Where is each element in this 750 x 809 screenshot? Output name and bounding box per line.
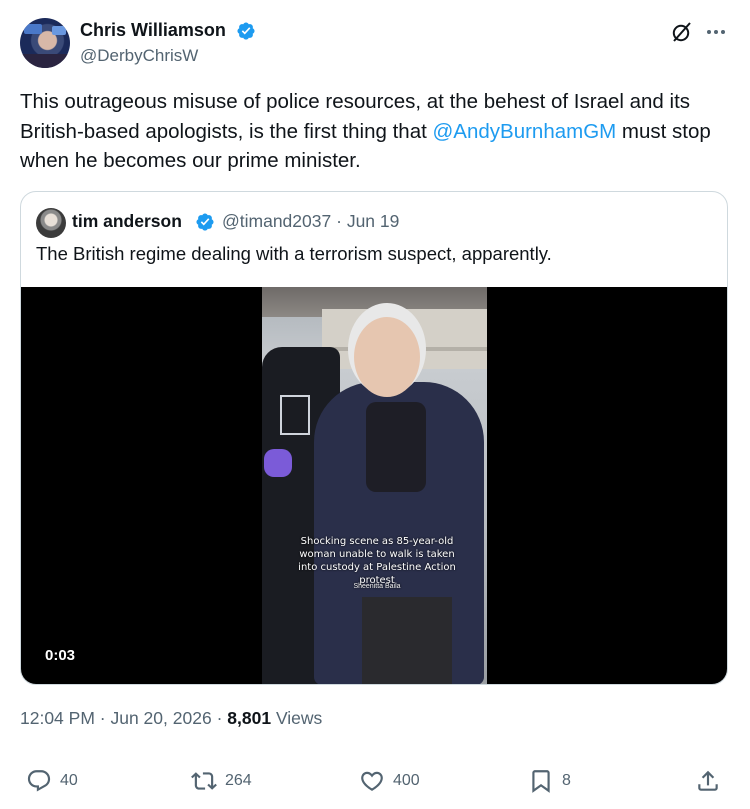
- video-credit: Sheenitta Baila: [353, 583, 401, 590]
- separator-dot: ·: [336, 211, 342, 231]
- quoted-author-avatar[interactable]: [36, 208, 66, 238]
- heart-icon: [361, 771, 383, 791]
- share-icon: [698, 770, 718, 791]
- author-avatar[interactable]: [20, 18, 70, 68]
- tweet-time[interactable]: 12:04 PM: [20, 708, 95, 728]
- quoted-date[interactable]: Jun 19: [347, 211, 400, 231]
- separator-dot: ·: [99, 708, 106, 728]
- video-legs: [362, 597, 452, 684]
- share-button[interactable]: [695, 768, 721, 794]
- like-count: 400: [393, 772, 420, 789]
- video-glove: [264, 449, 292, 477]
- video-scarf: [366, 402, 426, 492]
- tweet-text: This outrageous misuse of police resourc…: [20, 87, 720, 176]
- bookmark-icon: [532, 770, 550, 793]
- repost-count: 264: [225, 772, 252, 789]
- repost-button[interactable]: 264: [191, 768, 252, 794]
- quoted-tweet-text: The British regime dealing with a terror…: [36, 243, 552, 264]
- quoted-tweet[interactable]: tim anderson @timand2037 · Jun 19 The Br…: [20, 191, 728, 685]
- author-name[interactable]: Chris Williamson: [80, 20, 226, 41]
- video-head: [354, 317, 420, 397]
- separator-dot: ·: [216, 708, 223, 728]
- views-label: Views: [275, 708, 323, 728]
- reply-button[interactable]: 40: [26, 768, 78, 794]
- video-caption: Shocking scene as 85-year-old woman unab…: [298, 536, 456, 586]
- quoted-handle-date: @timand2037 · Jun 19: [222, 211, 399, 232]
- mention-link[interactable]: @AndyBurnhamGM: [432, 120, 616, 143]
- bookmark-button[interactable]: 8: [528, 768, 571, 794]
- tweet-meta: 12:04 PM · Jun 20, 2026 · 8,801 Views: [20, 708, 322, 729]
- avatar-desk: [20, 54, 70, 68]
- video-duration: 0:03: [37, 645, 84, 666]
- quoted-author-handle[interactable]: @timand2037: [222, 211, 331, 231]
- views-count: 8,801: [227, 708, 272, 728]
- repost-icon: [191, 772, 217, 790]
- reply-icon: [27, 770, 51, 792]
- avatar-screen: [24, 24, 42, 34]
- quoted-author-name[interactable]: tim anderson: [72, 211, 182, 232]
- verified-badge-icon: [196, 213, 214, 231]
- tweet: Chris Williamson @DerbyChrisW This outra…: [0, 0, 750, 809]
- reply-count: 40: [60, 772, 78, 789]
- video-frame: Shocking scene as 85-year-old woman unab…: [262, 287, 487, 684]
- author-handle[interactable]: @DerbyChrisW: [80, 46, 198, 66]
- more-icon[interactable]: [704, 20, 728, 44]
- tweet-date[interactable]: Jun 20, 2026: [110, 708, 211, 728]
- like-button[interactable]: 400: [359, 768, 420, 794]
- grok-icon[interactable]: [670, 20, 694, 44]
- video-officer-badge: [280, 395, 310, 435]
- video-player[interactable]: Shocking scene as 85-year-old woman unab…: [21, 287, 727, 684]
- avatar-screen: [52, 26, 66, 35]
- verified-badge-icon: [237, 22, 255, 40]
- bookmark-count: 8: [562, 772, 571, 789]
